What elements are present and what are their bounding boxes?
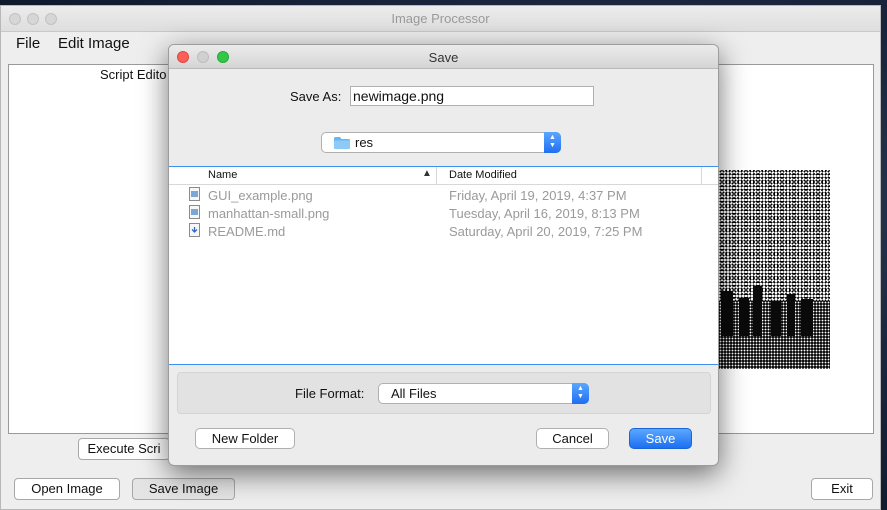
exit-button[interactable]: Exit [811,478,873,500]
save-as-label: Save As: [290,89,342,104]
file-date: Friday, April 19, 2019, 4:37 PM [449,188,627,203]
folder-label: res [355,135,374,150]
column-divider [701,167,702,184]
save-as-input[interactable] [350,86,594,106]
image-file-icon [189,187,200,201]
script-editor-label: Script Edito [100,67,167,82]
text-file-icon [189,223,200,237]
file-format-label: File Format: [295,386,365,401]
file-format-value: All Files [391,386,437,401]
preview-building [721,291,733,336]
main-titlebar: Image Processor [1,6,880,32]
preview-building [771,301,781,336]
column-header-name[interactable]: Name [208,169,237,181]
file-list[interactable]: Name ▲ Date Modified GUI_example.png Fri… [169,166,718,365]
save-dialog: Save Save As: res ▲▼ Name ▲ Date Modifie… [168,44,719,466]
menu-edit-image[interactable]: Edit Image [58,35,130,52]
open-image-button[interactable]: Open Image [14,478,120,500]
folder-select[interactable]: res ▲ ▼ [321,132,561,153]
image-file-icon [189,205,200,219]
column-header-date-modified[interactable]: Date Modified [449,169,517,181]
dialog-title: Save [428,50,459,65]
cancel-button[interactable]: Cancel [536,428,609,449]
folder-icon [334,137,350,149]
file-date: Tuesday, April 16, 2019, 8:13 PM [449,206,640,221]
window-title: Image Processor [391,11,490,26]
file-format-panel: File Format: All Files ▲ ▼ [177,372,711,414]
sort-ascending-icon: ▲ [422,168,432,179]
chevron-updown-icon: ▲ ▼ [544,132,561,153]
preview-building [753,286,762,336]
preview-building [787,294,795,336]
file-list-header: Name ▲ Date Modified [169,167,718,185]
chevron-updown-icon: ▲ ▼ [572,383,589,404]
preview-building [801,299,813,336]
file-row[interactable]: GUI_example.png Friday, April 19, 2019, … [169,186,718,204]
column-divider [436,167,437,184]
file-date: Saturday, April 20, 2019, 7:25 PM [449,224,643,239]
execute-script-button[interactable]: Execute Scri [78,438,170,460]
file-name: GUI_example.png [208,188,313,203]
file-name: README.md [208,224,286,239]
file-row[interactable]: manhattan-small.png Tuesday, April 16, 2… [169,204,718,222]
menu-file[interactable]: File [16,35,40,52]
dialog-titlebar: Save [169,45,718,69]
new-folder-button[interactable]: New Folder [195,428,295,449]
file-row[interactable]: README.md Saturday, April 20, 2019, 7:25… [169,222,718,240]
file-name: manhattan-small.png [208,206,330,221]
file-format-select[interactable]: All Files ▲ ▼ [378,383,589,404]
save-image-button[interactable]: Save Image [132,478,235,500]
preview-building [739,298,749,336]
save-button[interactable]: Save [629,428,692,449]
